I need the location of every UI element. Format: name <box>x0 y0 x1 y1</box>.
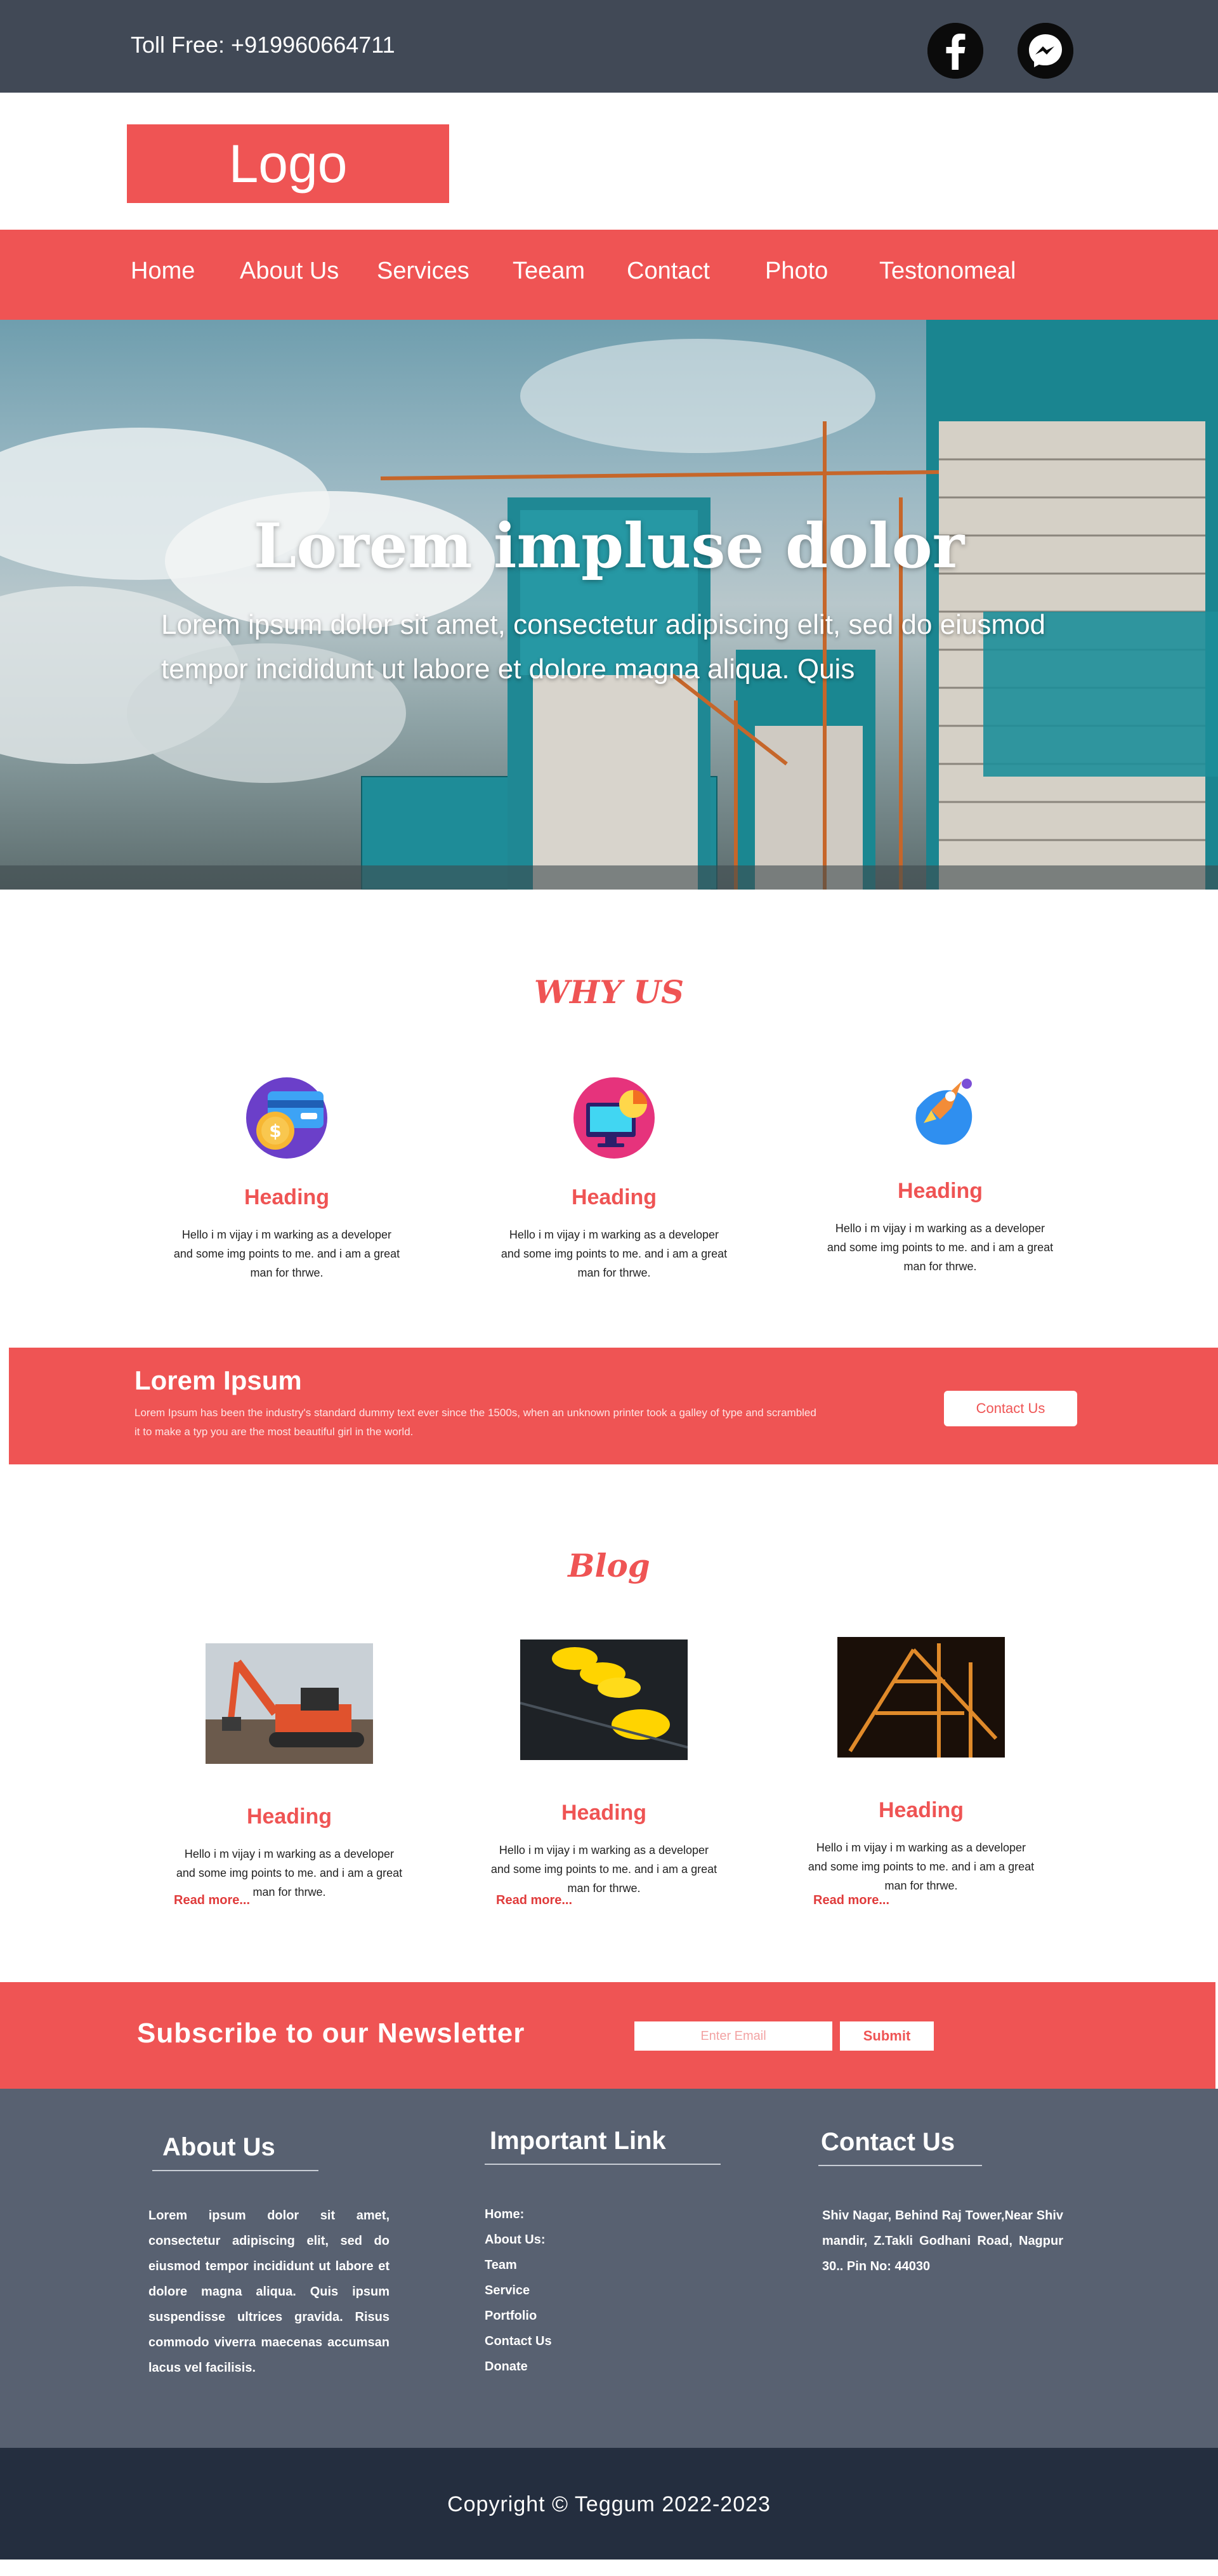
card-text: Hello i m vijay i m warking as a develop… <box>827 1222 1054 1273</box>
footer-link-contact-us[interactable]: Contact Us <box>485 2329 552 2354</box>
footer: About Us Lorem ipsum dolor sit amet, con… <box>0 2089 1218 2448</box>
hard-hats-photo[interactable] <box>520 1640 688 1760</box>
footer-links-list: Home: About Us: Team Service Portfolio C… <box>485 2202 552 2379</box>
footer-links-title: Important Link <box>490 2127 666 2155</box>
card-text: Hello i m vijay i m warking as a develop… <box>173 1228 400 1279</box>
divider <box>152 2170 318 2171</box>
divider <box>485 2164 721 2165</box>
card-heading: Heading <box>571 1185 657 1209</box>
hero-title: Lorem impluse dolor <box>253 510 965 582</box>
blog-heading: Heading <box>878 1798 964 1822</box>
nav-item-services[interactable]: Services <box>377 258 469 285</box>
nav-item-about-us[interactable]: About Us <box>240 258 339 285</box>
steel-structure-photo[interactable] <box>837 1637 1005 1758</box>
copyright-bar: Copyright © Teggum 2022-2023 <box>0 2448 1218 2560</box>
card-text: Hello i m vijay i m warking as a develop… <box>501 1228 728 1279</box>
email-input[interactable] <box>634 2021 832 2051</box>
card-heading: Heading <box>897 1179 983 1203</box>
nav-item-photo[interactable]: Photo <box>765 258 828 285</box>
excavator-photo[interactable] <box>206 1643 373 1764</box>
footer-about-title: About Us <box>162 2133 275 2161</box>
top-bar: Toll Free: +919960664711 <box>0 0 1218 93</box>
blog-heading: Heading <box>561 1801 647 1825</box>
card-heading: Heading <box>244 1185 330 1209</box>
copyright-text: Copyright © Teggum 2022-2023 <box>447 2492 771 2516</box>
nav-item-testimonial[interactable]: Testonomeal <box>879 258 1016 285</box>
blog-card: Heading Hello i m vijay i m warking as a… <box>807 1637 1035 1895</box>
footer-link-team[interactable]: Team <box>485 2252 552 2278</box>
footer-contact-text: Shiv Nagar, Behind Raj Tower,Near Shiv m… <box>822 2209 1063 2273</box>
blog-text: Hello i m vijay i m warking as a develop… <box>808 1841 1035 1892</box>
monitor-chart-icon <box>572 1076 656 1160</box>
blog-title: Blog <box>568 1547 650 1584</box>
messenger-icon[interactable] <box>1018 23 1073 79</box>
read-more-link[interactable]: Read more... <box>174 1893 250 1908</box>
footer-contact-title: Contact Us <box>821 2128 955 2156</box>
nav-item-contact[interactable]: Contact <box>627 258 710 285</box>
hero-banner: Lorem impluse dolor Lorem ipsum dolor si… <box>0 320 1218 890</box>
blog-card: Heading Hello i m vijay i m warking as a… <box>175 1643 403 1902</box>
cta-title: Lorem Ipsum <box>134 1365 302 1395</box>
credit-card-coin-icon: $ <box>245 1076 329 1160</box>
footer-about-text: Lorem ipsum dolor sit amet, consectetur … <box>148 2209 390 2375</box>
footer-link-home[interactable]: Home: <box>485 2202 552 2227</box>
hero-text: Lorem ipsum dolor sit amet, consectetur … <box>161 609 1046 685</box>
newsletter-band: Subscribe to our Newsletter Submit <box>0 1982 1215 2089</box>
footer-link-portfolio[interactable]: Portfolio <box>485 2303 552 2329</box>
logo[interactable]: Logo <box>127 124 449 203</box>
why-us-card: $ Heading Hello i m vijay i m warking as… <box>173 1076 401 1282</box>
cta-text: Lorem Ipsum has been the industry's stan… <box>134 1407 816 1438</box>
blog-heading: Heading <box>246 1804 332 1829</box>
newsletter-title: Subscribe to our Newsletter <box>137 2018 525 2049</box>
facebook-icon[interactable] <box>927 23 983 79</box>
divider <box>818 2165 982 2166</box>
toll-free-number: Toll Free: +919960664711 <box>131 32 395 58</box>
submit-button[interactable]: Submit <box>840 2021 934 2051</box>
contact-us-button[interactable]: Contact Us <box>944 1391 1077 1426</box>
nav-item-team[interactable]: Teeam <box>513 258 585 285</box>
cta-band: Lorem Ipsum Lorem Ipsum has been the ind… <box>9 1348 1218 1464</box>
nav-item-home[interactable]: Home <box>131 258 195 285</box>
read-more-link[interactable]: Read more... <box>496 1893 572 1908</box>
blog-text: Hello i m vijay i m warking as a develop… <box>490 1844 717 1895</box>
footer-link-service[interactable]: Service <box>485 2278 552 2303</box>
why-us-card: Heading Hello i m vijay i m warking as a… <box>500 1076 728 1282</box>
blog-card: Heading Hello i m vijay i m warking as a… <box>490 1640 718 1898</box>
why-us-title: WHY US <box>534 973 684 1011</box>
logo-band: Logo <box>0 93 1218 230</box>
read-more-link[interactable]: Read more... <box>813 1893 889 1908</box>
footer-link-about-us[interactable]: About Us: <box>485 2227 552 2252</box>
why-us-card: Heading Hello i m vijay i m warking as a… <box>826 1070 1054 1276</box>
rocket-icon <box>898 1070 982 1153</box>
svg-text:$: $ <box>269 1120 281 1141</box>
footer-link-donate[interactable]: Donate <box>485 2354 552 2379</box>
main-nav: Home About Us Services Teeam Contact Pho… <box>0 230 1218 320</box>
